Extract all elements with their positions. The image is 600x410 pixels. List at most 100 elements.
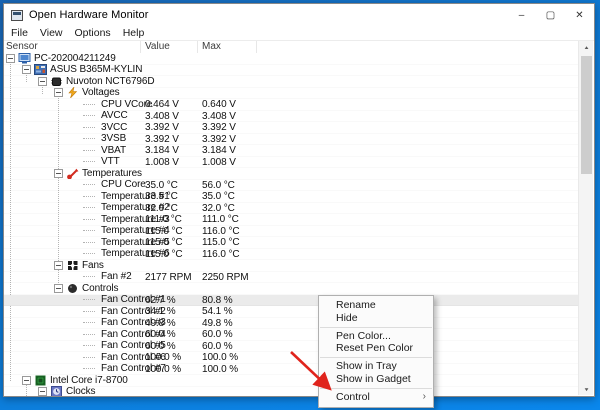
context-menu-item-show-in-tray[interactable]: Show in Tray <box>319 360 433 373</box>
column-value[interactable]: Value <box>145 41 170 52</box>
context-menu-item-reset-pen-color[interactable]: Reset Pen Color <box>319 342 433 355</box>
tree-row[interactable]: PC-202004211249 <box>4 53 578 65</box>
tree-row[interactable]: Fan Control #560.0 %60.0 % <box>4 341 578 353</box>
tree-branch-line <box>83 184 95 185</box>
menubar-item-help[interactable]: Help <box>123 27 151 39</box>
maximize-button[interactable]: ▢ <box>536 4 565 26</box>
tree-row[interactable]: Fan Control #162.7 %80.8 % <box>4 295 578 307</box>
scrollbar-thumb[interactable] <box>581 56 592 174</box>
sensor-max: 32.0 °C <box>202 203 235 215</box>
tree-row[interactable]: 3VSB3.392 V3.392 V <box>4 134 578 146</box>
tree-row[interactable]: ASUS B365M-KYLIN <box>4 65 578 77</box>
tree-expander-icon[interactable] <box>6 54 15 63</box>
vertical-scrollbar[interactable]: ▲ ▼ <box>578 41 593 395</box>
tree-branch-line <box>83 150 95 151</box>
scroll-up-icon[interactable]: ▲ <box>581 43 593 50</box>
menubar-item-file[interactable]: File <box>11 27 34 39</box>
tree-row[interactable]: Fan Control #349.8 %49.8 % <box>4 318 578 330</box>
tree-branch-line <box>83 368 95 369</box>
tree-row-label: Fan #2 <box>101 271 132 282</box>
column-sensor[interactable]: Sensor <box>6 41 38 52</box>
sensor-value: 34.1 % <box>145 306 176 318</box>
sensor-max: 56.0 °C <box>202 180 235 192</box>
tree-row[interactable]: Temperature #4115.0 °C116.0 °C <box>4 226 578 238</box>
close-button[interactable]: ✕ <box>565 4 594 26</box>
context-menu-item-hide[interactable]: Hide <box>319 312 433 325</box>
sensor-value: 33.5 °C <box>145 191 178 203</box>
tree-row[interactable]: AVCC3.408 V3.408 V <box>4 111 578 123</box>
tree-row[interactable]: Temperature #232.0 °C32.0 °C <box>4 203 578 215</box>
tree-row[interactable]: Nuvoton NCT6796D <box>4 76 578 88</box>
tree-row[interactable]: Temperatures <box>4 168 578 180</box>
tree-row[interactable]: Temperature #5115.0 °C115.0 °C <box>4 237 578 249</box>
sensor-max: 2250 RPM <box>202 272 248 284</box>
sensor-max: 60.0 % <box>202 341 233 353</box>
tree-row[interactable]: Controls <box>4 283 578 295</box>
tree-row[interactable]: Temperature #6115.0 °C116.0 °C <box>4 249 578 261</box>
column-divider <box>140 41 141 53</box>
menubar-item-view[interactable]: View <box>40 27 69 39</box>
voltage-icon <box>66 87 79 98</box>
tree-row[interactable]: Voltages <box>4 88 578 100</box>
tree-row[interactable]: Intel Core i7-8700 <box>4 375 578 387</box>
sensor-value: 62.7 % <box>145 295 176 307</box>
tree-row[interactable]: Fan Control #460.0 %60.0 % <box>4 329 578 341</box>
tree-expander-icon[interactable] <box>22 65 31 74</box>
tree-branch-line <box>83 161 95 162</box>
menubar-item-options[interactable]: Options <box>75 27 117 39</box>
fan-icon <box>66 260 79 271</box>
tree-row-label: Temperatures <box>82 168 142 179</box>
tree-branch-line <box>83 207 95 208</box>
sensor-max: 80.8 % <box>202 295 233 307</box>
context-menu-item-control[interactable]: Control› <box>319 391 433 404</box>
tree-branch-line <box>83 196 95 197</box>
tree-row[interactable]: CPU Core35.0 °C56.0 °C <box>4 180 578 192</box>
sensor-value: 100.0 % <box>145 352 181 364</box>
menu-separator <box>320 388 432 389</box>
tree-row[interactable]: Fan Control #7100.0 %100.0 % <box>4 364 578 376</box>
context-menu-item-show-in-gadget[interactable]: Show in Gadget <box>319 373 433 386</box>
scroll-down-icon[interactable]: ▼ <box>581 385 593 392</box>
tree-expander-icon[interactable] <box>54 261 63 270</box>
tree-expander-icon[interactable] <box>54 284 63 293</box>
sensor-value: 115.0 °C <box>145 226 182 238</box>
tree-expander-icon[interactable] <box>22 376 31 385</box>
tree-row[interactable]: Fan Control #234.1 %54.1 % <box>4 306 578 318</box>
tree-branch-line <box>83 127 95 128</box>
clock-icon <box>50 386 63 396</box>
sensor-max: 3.392 V <box>202 122 236 134</box>
tree-row[interactable]: VBAT3.184 V3.184 V <box>4 145 578 157</box>
context-menu-item-rename[interactable]: Rename <box>319 299 433 312</box>
minimize-button[interactable]: – <box>507 4 536 26</box>
tree-row[interactable]: Fan #22177 RPM2250 RPM <box>4 272 578 284</box>
sensor-max: 100.0 % <box>202 364 238 376</box>
tree-row[interactable]: Temperature #3111.0 °C111.0 °C <box>4 214 578 226</box>
desktop-background: Open Hardware Monitor – ▢ ✕ File View Opti… <box>0 0 600 410</box>
sensor-value: 100.0 % <box>145 364 181 376</box>
menu-separator <box>320 327 432 328</box>
tree-expander-icon[interactable] <box>38 77 47 86</box>
tree-row[interactable]: Fan Control #6100.0 %100.0 % <box>4 352 578 364</box>
menu-separator <box>320 357 432 358</box>
sensor-max: 3.184 V <box>202 145 236 157</box>
tree-row[interactable]: Clocks <box>4 387 578 397</box>
tree-row-label: AVCC <box>101 110 128 121</box>
sensor-max: 60.0 % <box>202 329 233 341</box>
tree-row-label: 3VSB <box>101 133 126 144</box>
tree-row-label: Nuvoton NCT6796D <box>66 76 154 87</box>
tree-row[interactable]: VTT1.008 V1.008 V <box>4 157 578 169</box>
context-menu-item-pen-color[interactable]: Pen Color... <box>319 330 433 343</box>
title-bar[interactable]: Open Hardware Monitor – ▢ ✕ <box>4 4 594 26</box>
tree-row[interactable]: Fans <box>4 260 578 272</box>
tree-row[interactable]: Temperature #133.5 °C35.0 °C <box>4 191 578 203</box>
tree-row[interactable]: 3VCC3.392 V3.392 V <box>4 122 578 134</box>
tree-row[interactable]: CPU VCore0.464 V0.640 V <box>4 99 578 111</box>
column-max[interactable]: Max <box>202 41 221 52</box>
tree-expander-icon[interactable] <box>54 169 63 178</box>
app-window: Open Hardware Monitor – ▢ ✕ File View Opti… <box>3 3 595 397</box>
tree-expander-icon[interactable] <box>38 387 47 396</box>
tree-branch-line <box>83 219 95 220</box>
sensor-max: 54.1 % <box>202 306 233 318</box>
tree-expander-icon[interactable] <box>54 88 63 97</box>
chip-icon <box>50 76 63 87</box>
